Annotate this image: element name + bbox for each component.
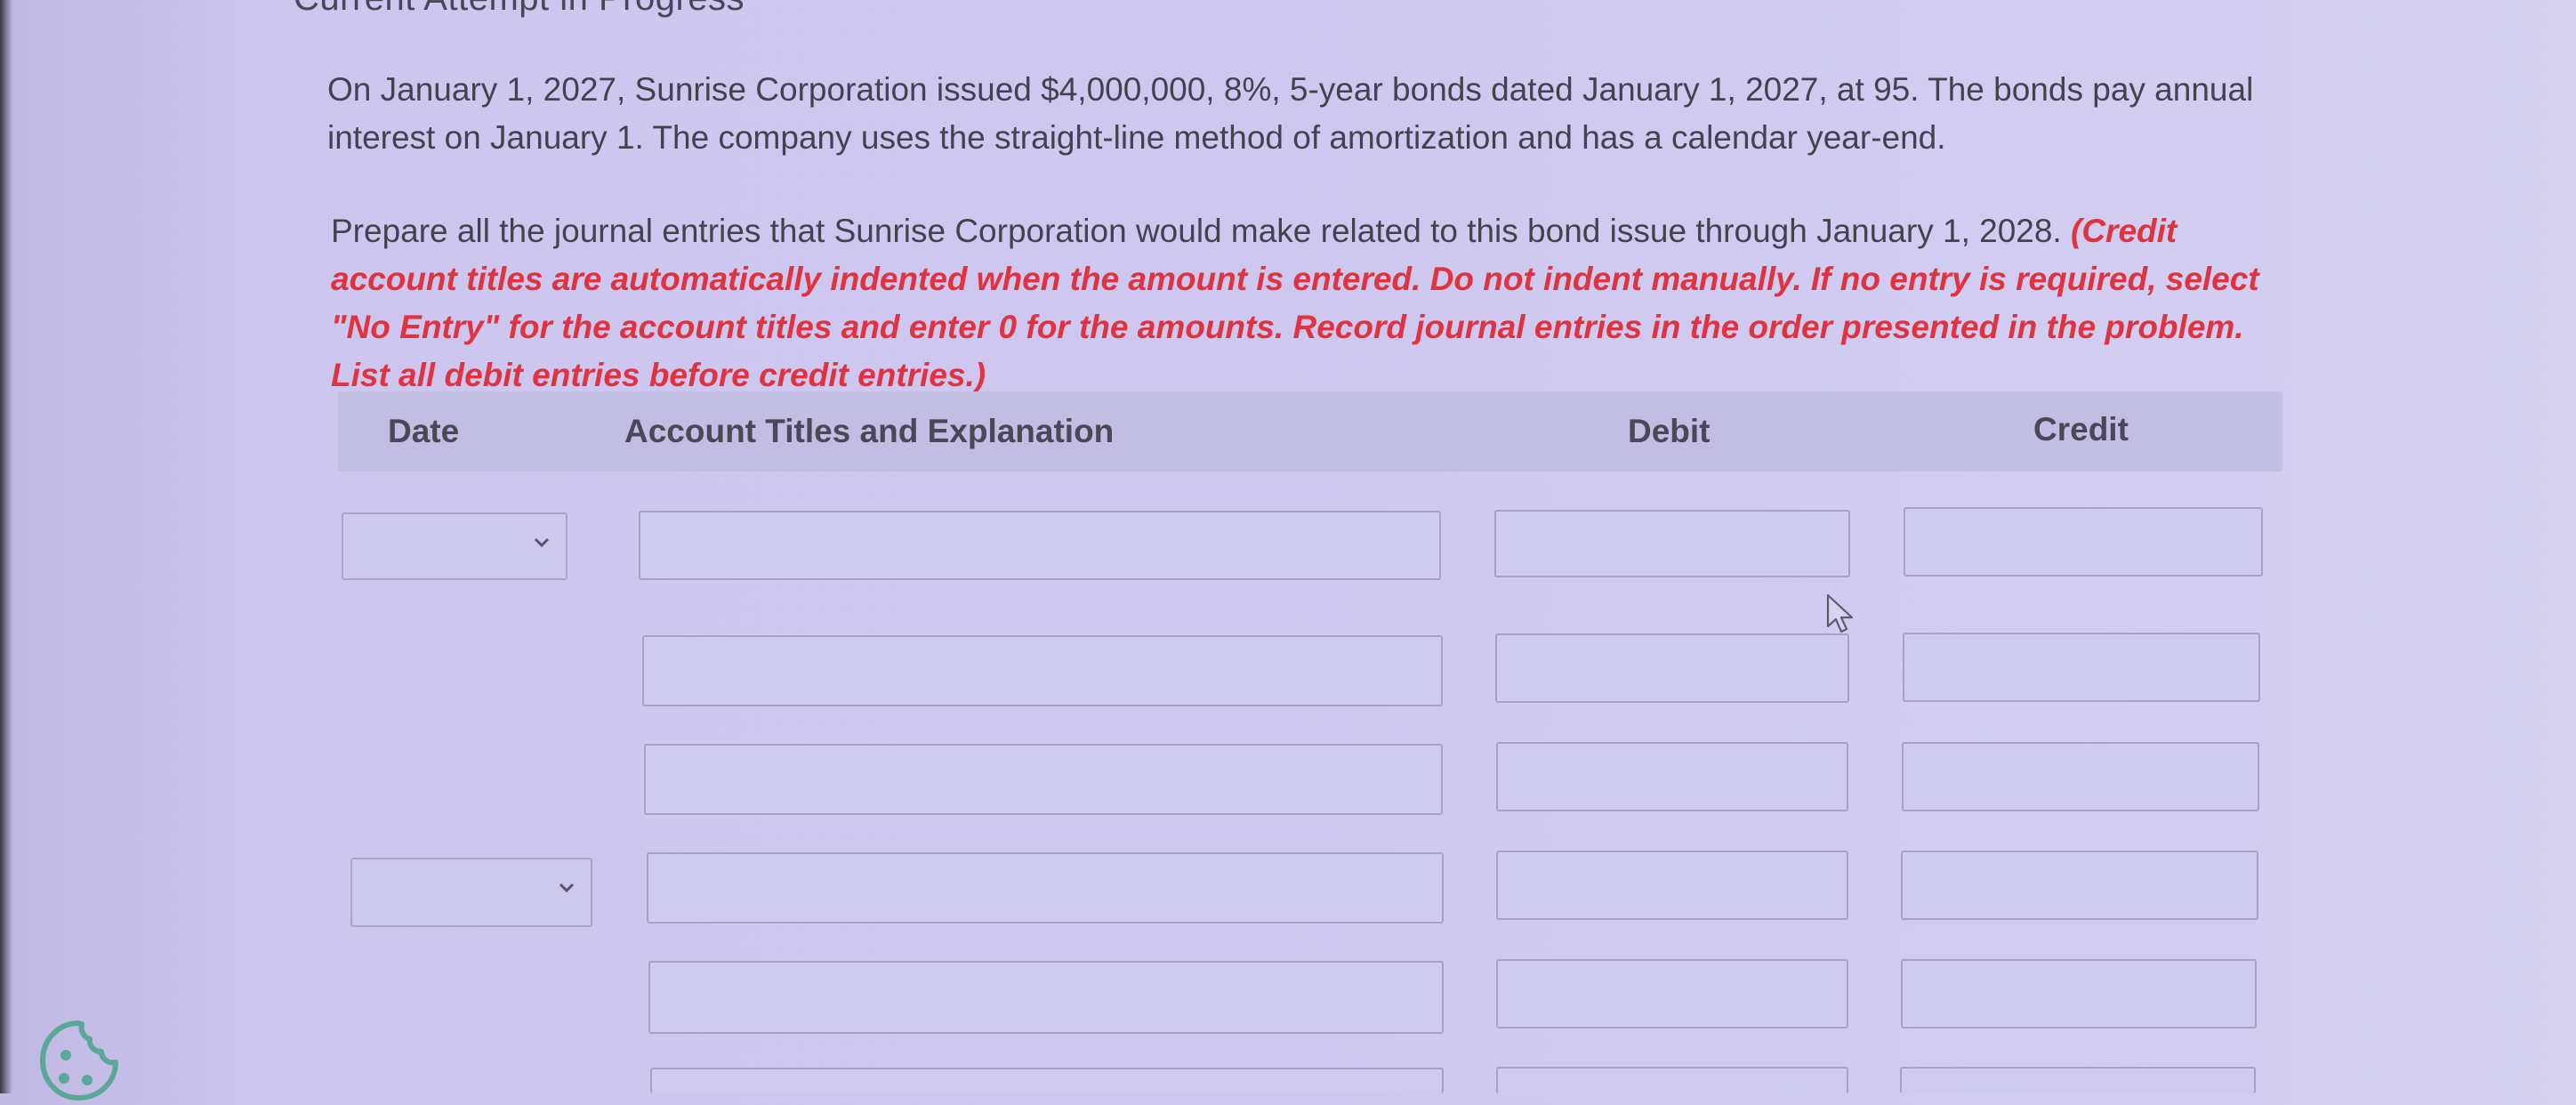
account-title-input-row-2[interactable] xyxy=(642,635,1443,706)
account-title-input-row-5[interactable] xyxy=(648,961,1444,1034)
credit-input-row-4[interactable] xyxy=(1901,851,2258,920)
header-date: Date xyxy=(388,413,460,449)
account-title-input-row-6[interactable] xyxy=(650,1068,1444,1093)
header-debit: Debit xyxy=(1628,413,1711,449)
debit-input-row-4[interactable] xyxy=(1496,851,1848,920)
screen-bezel xyxy=(0,0,12,1093)
account-title-input-row-4[interactable] xyxy=(647,852,1444,924)
chevron-down-icon xyxy=(559,883,575,893)
account-title-input-row-3[interactable] xyxy=(644,744,1443,815)
mouse-pointer-icon xyxy=(1826,593,1854,633)
cookie-settings-icon[interactable] xyxy=(34,1016,123,1105)
debit-input-row-6[interactable] xyxy=(1496,1067,1848,1093)
credit-input-row-5[interactable] xyxy=(1901,959,2257,1028)
instructions-text: Prepare all the journal entries that Sun… xyxy=(331,213,2062,249)
credit-input-row-1[interactable] xyxy=(1904,507,2263,577)
debit-input-row-5[interactable] xyxy=(1496,959,1848,1028)
page-heading: Current Attempt in Progress xyxy=(294,0,745,19)
debit-input-row-1[interactable] xyxy=(1494,510,1850,577)
date-select-row-1[interactable] xyxy=(342,512,568,580)
account-title-input-row-1[interactable] xyxy=(639,511,1441,580)
journal-table-header: Date Account Titles and Explanation Debi… xyxy=(338,391,2282,472)
problem-statement: On January 1, 2027, Sunrise Corporation … xyxy=(327,71,2254,156)
debit-input-row-2[interactable] xyxy=(1495,633,1849,703)
chevron-down-icon xyxy=(534,537,550,548)
header-credit: Credit xyxy=(2033,411,2129,448)
debit-input-row-3[interactable] xyxy=(1496,742,1848,811)
credit-input-row-2[interactable] xyxy=(1903,633,2260,702)
credit-input-row-6[interactable] xyxy=(1900,1067,2256,1093)
header-account-titles: Account Titles and Explanation xyxy=(624,413,1115,449)
credit-input-row-3[interactable] xyxy=(1902,742,2259,811)
date-select-row-4[interactable] xyxy=(350,858,592,927)
instructions: Prepare all the journal entries that Sun… xyxy=(331,207,2297,399)
